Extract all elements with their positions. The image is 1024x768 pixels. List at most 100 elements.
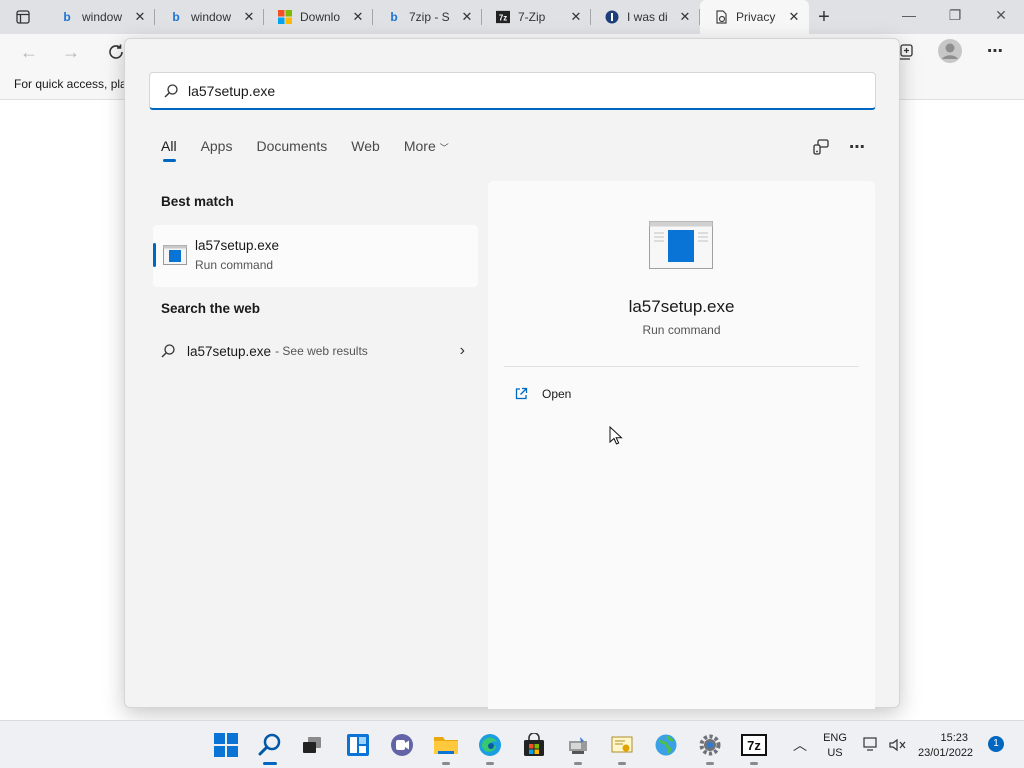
- input-language-indicator[interactable]: ENG US: [822, 731, 848, 761]
- widgets-button[interactable]: [344, 731, 372, 759]
- mouse-cursor-icon: [609, 426, 623, 445]
- application-icon: [649, 221, 713, 269]
- language-region: US: [827, 747, 843, 759]
- restore-icon: ❐: [948, 6, 962, 23]
- minimize-button[interactable]: —: [886, 0, 932, 30]
- close-icon: ✕: [995, 6, 1007, 23]
- preview-name: la57setup.exe: [628, 297, 735, 316]
- back-button[interactable]: ←: [16, 40, 42, 64]
- best-match-name: la57setup.exe: [195, 238, 280, 253]
- running-indicator: [706, 762, 714, 765]
- open-external-icon: [515, 387, 528, 400]
- browser-tab-1[interactable]: b window ✕: [46, 0, 155, 34]
- avatar-icon: [938, 39, 962, 63]
- task-view-button[interactable]: [298, 731, 326, 759]
- web-result-query: la57setup.exe: [187, 343, 272, 359]
- svg-text:7z: 7z: [499, 14, 507, 23]
- preview-type: Run command: [642, 323, 721, 337]
- installer-icon: [569, 737, 587, 754]
- filter-tab-documents[interactable]: Documents: [256, 137, 327, 165]
- microsoft-icon: [278, 10, 292, 24]
- share-results-button[interactable]: [809, 135, 833, 159]
- tab-actions-icon: [16, 10, 30, 24]
- open-action[interactable]: Open: [514, 387, 571, 401]
- profile-button[interactable]: [936, 38, 964, 66]
- monitor-network-icon: [863, 737, 877, 751]
- 7zip-app-button[interactable]: 7z: [740, 731, 768, 765]
- browser-tab-6[interactable]: I was di ✕: [591, 0, 700, 34]
- certificate-app-button[interactable]: [608, 731, 636, 765]
- show-hidden-icons-button[interactable]: ︿: [788, 731, 812, 759]
- browser-tab-2[interactable]: b window ✕: [155, 0, 264, 34]
- best-match-result[interactable]: la57setup.exe Run command: [153, 225, 478, 287]
- browser-tab-4[interactable]: b 7zip - S ✕: [373, 0, 482, 34]
- tab-title: window: [191, 10, 232, 24]
- edge-browser-button[interactable]: [476, 731, 504, 765]
- running-indicator: [442, 762, 450, 765]
- best-match-type: Run command: [195, 258, 274, 272]
- close-icon[interactable]: ✕: [569, 9, 583, 25]
- system-clock[interactable]: 15:23 23/01/2022: [918, 731, 973, 761]
- bing-icon: b: [63, 10, 71, 24]
- tab-title: window: [82, 10, 123, 24]
- close-icon[interactable]: ✕: [787, 9, 801, 25]
- favorites-hint: For quick access, pla: [14, 77, 127, 91]
- close-icon[interactable]: ✕: [678, 9, 692, 25]
- start-button[interactable]: [212, 731, 240, 759]
- close-icon[interactable]: ✕: [460, 9, 474, 25]
- web-result-suffix: - See web results: [275, 344, 368, 358]
- new-tab-button[interactable]: +: [809, 6, 839, 29]
- settings-menu-button[interactable]: ⋯: [982, 40, 1008, 64]
- running-indicator: [750, 762, 758, 765]
- filter-tab-apps[interactable]: Apps: [201, 137, 233, 165]
- network-status-button[interactable]: [860, 731, 884, 759]
- task-view-icon: [303, 737, 321, 753]
- running-indicator: [574, 762, 582, 765]
- chat-icon: [391, 734, 413, 756]
- refresh-icon: [109, 44, 123, 59]
- filter-tab-web[interactable]: Web: [351, 137, 380, 165]
- best-match-heading: Best match: [161, 194, 234, 209]
- search-web-heading: Search the web: [161, 301, 261, 316]
- preview-divider: [504, 366, 859, 367]
- open-action-label: Open: [542, 387, 572, 401]
- web-search-result[interactable]: la57setup.exe - See web results ›: [161, 339, 465, 363]
- volume-button[interactable]: [886, 731, 910, 759]
- tab-title: I was di: [627, 10, 668, 24]
- browser-tab-5[interactable]: 7z 7-Zip ✕: [482, 0, 591, 34]
- browser-tab-7[interactable]: Privacy ✕: [700, 0, 809, 34]
- more-options-icon: ⋯: [987, 43, 1003, 60]
- close-window-button[interactable]: ✕: [978, 0, 1024, 30]
- settings-button[interactable]: [696, 731, 724, 765]
- close-icon[interactable]: ✕: [351, 9, 365, 25]
- taskbar-search-button[interactable]: [256, 731, 284, 765]
- notification-badge[interactable]: 1: [988, 736, 1004, 752]
- filter-tab-more[interactable]: More ﹀: [404, 137, 449, 165]
- search-options-button[interactable]: ⋯: [845, 135, 869, 159]
- network-app-button[interactable]: [652, 731, 680, 759]
- svg-text:7z: 7z: [747, 738, 761, 753]
- browser-tab-3[interactable]: Downlo ✕: [264, 0, 373, 34]
- search-box[interactable]: [149, 72, 876, 110]
- filter-tab-all[interactable]: All: [161, 137, 177, 165]
- tab-actions-button[interactable]: [0, 0, 46, 34]
- store-button[interactable]: [520, 731, 548, 759]
- forward-button[interactable]: →: [58, 40, 84, 64]
- teams-chat-button[interactable]: [388, 731, 416, 759]
- bing-icon: b: [390, 10, 398, 24]
- 7zip-icon: 7z: [496, 10, 510, 24]
- installer-app-button[interactable]: [564, 731, 592, 765]
- close-icon[interactable]: ✕: [133, 9, 147, 25]
- restore-button[interactable]: ❐: [932, 0, 978, 30]
- search-icon: [161, 344, 175, 358]
- minimize-icon: —: [902, 7, 916, 23]
- back-arrow-icon: ←: [20, 42, 38, 62]
- file-explorer-button[interactable]: [432, 731, 460, 765]
- site-icon: [605, 10, 619, 24]
- certificate-icon: [611, 736, 633, 753]
- gear-icon: [699, 734, 721, 756]
- search-input[interactable]: [188, 82, 828, 99]
- more-options-icon: ⋯: [849, 139, 865, 156]
- chevron-right-icon: ›: [459, 342, 465, 359]
- close-icon[interactable]: ✕: [242, 9, 256, 25]
